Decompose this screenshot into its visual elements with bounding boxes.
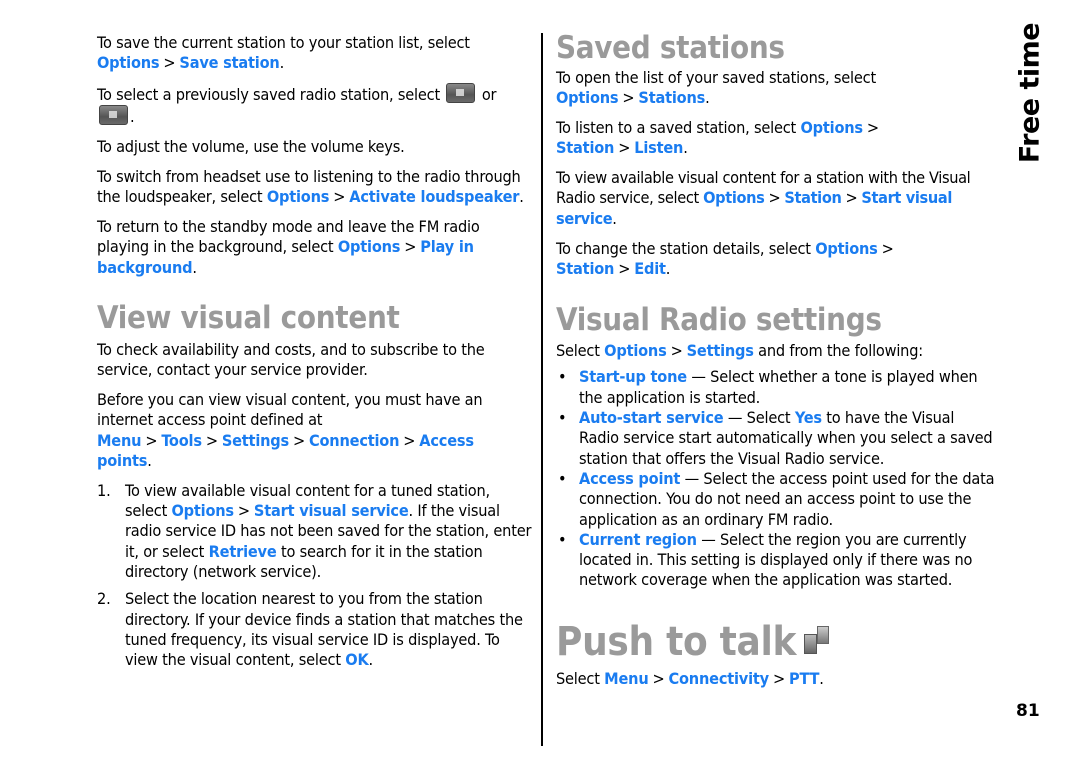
listen-station-paragraph: To listen to a saved station, select Opt… — [556, 118, 996, 159]
path-separator: > — [404, 237, 417, 257]
menu-station-link[interactable]: Station — [784, 188, 842, 207]
loudspeaker-paragraph: To switch from headset use to listening … — [97, 166, 524, 207]
yes-link[interactable]: Yes — [795, 408, 822, 427]
select-station-paragraph: To select a previously saved radio stati… — [97, 83, 497, 127]
save-station-paragraph: To save the current station to your stat… — [97, 33, 470, 73]
menu-ptt-link[interactable]: PTT — [789, 669, 820, 688]
open-stations-paragraph: To open the list of your saved stations,… — [556, 68, 876, 108]
path-separator: > — [292, 430, 305, 450]
menu-options-link[interactable]: Options — [815, 239, 878, 258]
ptt-path-paragraph: Select Menu > Connectivity > PTT. — [556, 668, 824, 688]
settings-item-auto-start-service: • Auto-start service — Select Yes to hav… — [558, 408, 993, 468]
settings-item-start-up-tone: • Start-up tone — Select whether a tone … — [558, 367, 978, 407]
path-separator: > — [772, 668, 785, 688]
push-to-talk-icon — [802, 623, 830, 654]
bullet: • — [558, 468, 567, 488]
menu-options-link[interactable]: Options — [267, 187, 330, 206]
menu-station-link[interactable]: Station — [556, 259, 614, 278]
availability-paragraph: To check availability and costs, and to … — [97, 339, 485, 380]
menu-menu-link[interactable]: Menu — [604, 669, 649, 688]
path-separator: > — [333, 187, 346, 207]
settings-list: • Start-up tone — Select whether a tone … — [556, 367, 996, 590]
menu-stations-link[interactable]: Stations — [638, 88, 705, 107]
settings-item-current-region: • Current region — Select the region you… — [558, 529, 973, 590]
menu-menu-link[interactable]: Menu — [97, 431, 142, 450]
settings-intro-paragraph: Select Options > Settings and from the fol… — [556, 341, 923, 361]
retrieve-link[interactable]: Retrieve — [209, 542, 277, 561]
step-item: 1. To view available visual content for … — [97, 480, 532, 581]
menu-settings-link[interactable]: Settings — [687, 341, 754, 360]
menu-tools-link[interactable]: Tools — [161, 431, 202, 450]
path-separator: > — [618, 258, 631, 278]
left-column: To save the current station to your stat… — [97, 33, 533, 677]
path-separator: > — [403, 430, 416, 450]
path-separator: > — [163, 53, 176, 73]
step-number: 1. — [97, 480, 111, 500]
menu-options-link[interactable]: Options — [172, 501, 235, 520]
visual-radio-settings-heading: Visual Radio settings — [556, 302, 882, 339]
step-item: 2. Select the location nearest to you fr… — [97, 589, 523, 670]
path-separator: > — [768, 188, 781, 208]
menu-options-link[interactable]: Options — [800, 118, 863, 137]
saved-stations-heading: Saved stations — [556, 30, 785, 66]
bullet: • — [558, 529, 567, 549]
start-up-tone-link[interactable]: Start-up tone — [579, 367, 687, 386]
access-point-paragraph: Before you can view visual content, you … — [97, 390, 483, 470]
bullet: • — [558, 408, 567, 428]
column-divider — [541, 33, 543, 746]
volume-paragraph: To adjust the volume, use the volume key… — [97, 137, 405, 157]
path-separator: > — [237, 501, 250, 521]
access-point-link[interactable]: Access point — [579, 469, 680, 488]
visual-content-steps: 1. To view available visual content for … — [97, 481, 533, 671]
menu-options-link[interactable]: Options — [703, 188, 765, 207]
right-column: Saved stations To open the list of your … — [556, 30, 996, 699]
change-details-paragraph: To change the station details, select Op… — [556, 239, 996, 280]
page-number: 81 — [1016, 701, 1040, 721]
menu-edit-link[interactable]: Edit — [634, 259, 666, 278]
menu-options-link[interactable]: Options — [338, 237, 401, 256]
auto-start-service-link[interactable]: Auto-start service — [579, 408, 724, 427]
path-separator: > — [881, 238, 894, 258]
path-separator: > — [845, 188, 858, 208]
menu-settings-link[interactable]: Settings — [222, 431, 289, 450]
previous-station-icon — [99, 105, 128, 126]
next-station-icon — [446, 83, 476, 104]
menu-options-link[interactable]: Options — [604, 341, 667, 360]
path-separator: > — [618, 138, 631, 158]
path-separator: > — [622, 88, 635, 108]
menu-connection-link[interactable]: Connection — [309, 431, 399, 450]
background-play-paragraph: To return to the standby mode and leave … — [97, 217, 480, 277]
step-number: 2. — [97, 589, 111, 609]
menu-save-station-link[interactable]: Save station — [179, 53, 279, 72]
settings-item-access-point: • Access point — Select the access point… — [558, 468, 995, 529]
path-separator: > — [205, 430, 218, 450]
path-separator: > — [866, 118, 879, 138]
menu-start-visual-service-link[interactable]: Start visual service — [254, 501, 409, 520]
path-separator: > — [652, 668, 665, 688]
ok-link[interactable]: OK — [345, 650, 368, 669]
menu-options-link[interactable]: Options — [556, 88, 619, 107]
push-to-talk-heading: Push to talk — [556, 619, 996, 665]
visual-content-station-paragraph: To view available visual content for a s… — [556, 168, 971, 228]
current-region-link[interactable]: Current region — [579, 530, 697, 549]
view-visual-content-heading: View visual content — [97, 299, 400, 336]
menu-options-link[interactable]: Options — [97, 53, 160, 72]
menu-listen-link[interactable]: Listen — [634, 138, 683, 157]
chapter-side-label: Free time — [1014, 22, 1046, 164]
path-separator: > — [670, 341, 683, 361]
menu-connectivity-link[interactable]: Connectivity — [669, 669, 770, 688]
path-separator: > — [145, 430, 158, 450]
menu-activate-loudspeaker-link[interactable]: Activate loudspeaker — [349, 187, 519, 206]
menu-station-link[interactable]: Station — [556, 138, 614, 157]
bullet: • — [558, 367, 567, 387]
